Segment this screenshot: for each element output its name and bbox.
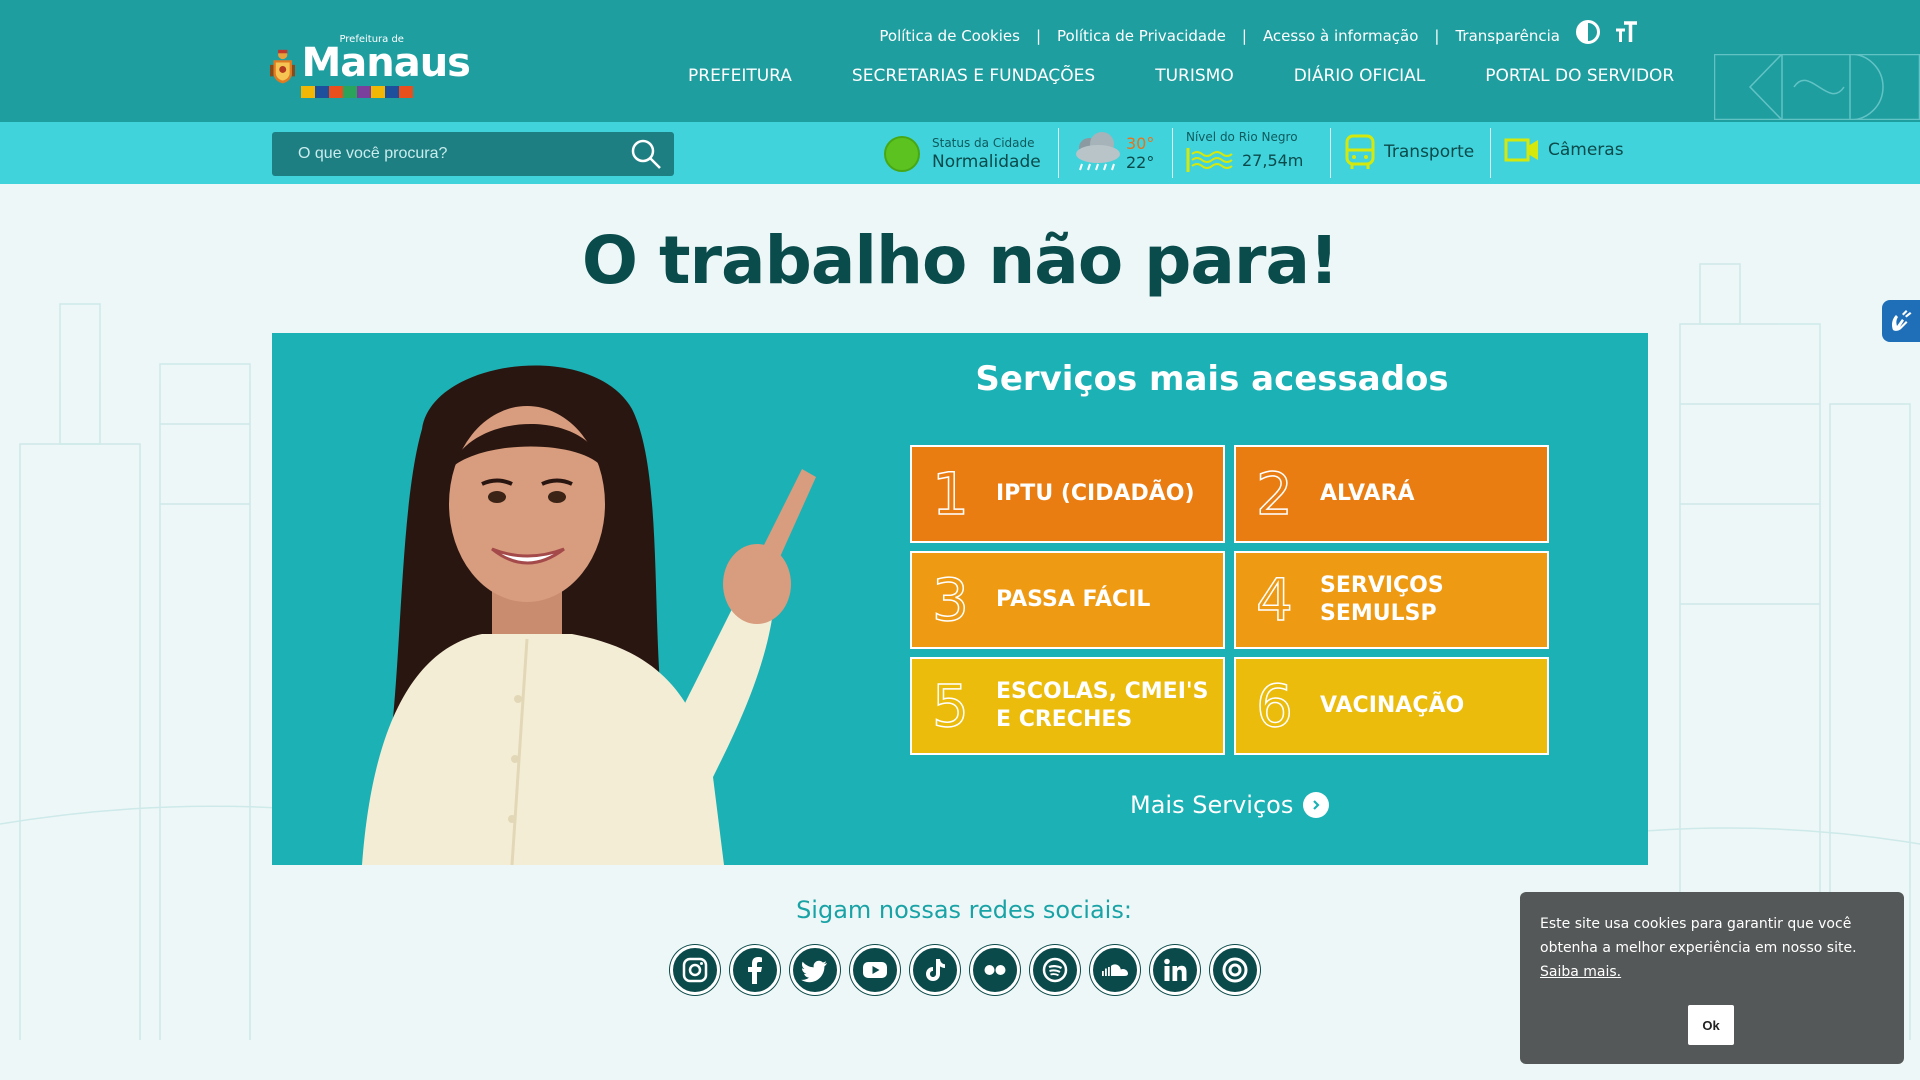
soundcloud-icon[interactable] xyxy=(1090,945,1140,995)
instagram-icon[interactable] xyxy=(670,945,720,995)
coat-of-arms-icon xyxy=(270,49,296,84)
privacy-policy-link[interactable]: Política de Privacidade xyxy=(1057,27,1226,45)
hands-icon xyxy=(1892,310,1912,331)
logo-name: Manaus xyxy=(301,40,471,86)
cameras-label: Câmeras xyxy=(1548,140,1624,160)
search-input[interactable] xyxy=(272,132,618,176)
main-navigation: PREFEITURA SECRETARIAS E FUNDAÇÕES TURIS… xyxy=(688,66,1674,90)
service-passa-facil[interactable]: 3 PASSA FÁCIL xyxy=(910,551,1225,649)
city-status-value: Normalidade xyxy=(932,152,1041,172)
river-level-label: Nível do Rio Negro xyxy=(1186,130,1298,144)
info-bar: Status da Cidade Normalidade 30° 22° Nív… xyxy=(0,122,1920,184)
cookie-ok-button[interactable]: Ok xyxy=(1688,1005,1734,1045)
search-box xyxy=(272,132,674,176)
facebook-icon[interactable] xyxy=(730,945,780,995)
temperature-min: 22° xyxy=(1126,153,1155,172)
water-level-icon xyxy=(1186,148,1233,172)
tiktok-icon[interactable] xyxy=(910,945,960,995)
utility-links: Política de Cookies | Política de Privac… xyxy=(879,24,1560,48)
contrast-icon[interactable] xyxy=(1576,20,1600,44)
service-number: 1 xyxy=(931,460,969,528)
river-level-value: 27,54m xyxy=(1242,150,1304,170)
weather-widget[interactable]: 30° 22° xyxy=(1072,130,1154,176)
radio-icon[interactable] xyxy=(1210,945,1260,995)
manaus-logo[interactable]: Prefeitura de Manaus xyxy=(270,30,471,102)
youtube-icon[interactable] xyxy=(850,945,900,995)
divider xyxy=(1490,128,1491,178)
more-services-label: Mais Serviços xyxy=(1130,791,1294,819)
service-number: 3 xyxy=(931,566,969,634)
cookie-policy-link[interactable]: Política de Cookies xyxy=(879,27,1020,45)
twitter-icon[interactable] xyxy=(790,945,840,995)
divider xyxy=(1172,128,1173,178)
woman-pointing-image xyxy=(362,365,816,865)
spotify-icon[interactable] xyxy=(1030,945,1080,995)
transparency-link[interactable]: Transparência xyxy=(1455,27,1560,45)
rain-cloud-icon xyxy=(1076,132,1120,171)
service-alvara[interactable]: 2 ALVARÁ xyxy=(1234,445,1549,543)
service-label: IPTU (CIDADÃO) xyxy=(996,481,1195,506)
site-header: Prefeitura de Manaus Política de Cookies… xyxy=(0,0,1920,122)
cookie-banner: Este site usa cookies para garantir que … xyxy=(1520,892,1904,1064)
nav-diario-oficial[interactable]: DIÁRIO OFICIAL xyxy=(1294,66,1426,90)
chevron-right-icon xyxy=(1303,792,1330,818)
service-label: ALVARÁ xyxy=(1320,481,1415,506)
nav-portal-servidor[interactable]: PORTAL DO SERVIDOR xyxy=(1485,66,1674,90)
services-panel: Serviços mais acessados 1 IPTU (CIDADÃO)… xyxy=(272,333,1648,865)
services-grid: 1 IPTU (CIDADÃO) 2 ALVARÁ 3 PASSA FÁCIL … xyxy=(910,445,1549,755)
learn-more-link[interactable]: Saiba mais. xyxy=(1540,964,1621,980)
divider xyxy=(1058,128,1059,178)
font-size-icon[interactable] xyxy=(1614,20,1638,44)
service-number: 5 xyxy=(931,672,969,740)
search-button[interactable] xyxy=(618,132,674,176)
access-information-link[interactable]: Acesso à informação xyxy=(1263,27,1418,45)
status-indicator-icon xyxy=(884,136,920,172)
service-number: 4 xyxy=(1255,566,1293,634)
sign-language-accessibility-button[interactable] xyxy=(1882,300,1920,342)
service-semulsp[interactable]: 4 SERVIÇOS SEMULSP xyxy=(1234,551,1549,649)
temperature-max: 30° xyxy=(1126,134,1155,153)
cookie-message: Este site usa cookies para garantir que … xyxy=(1540,916,1857,956)
camera-icon xyxy=(1504,138,1538,162)
transport-link[interactable]: Transporte xyxy=(1344,134,1474,170)
bus-icon xyxy=(1345,134,1375,169)
city-status-label: Status da Cidade xyxy=(932,136,1035,150)
nav-turismo[interactable]: TURISMO xyxy=(1155,66,1234,90)
page-title: O trabalho não para! xyxy=(581,222,1339,299)
service-label: SERVIÇOS SEMULSP xyxy=(1320,573,1444,626)
service-number: 2 xyxy=(1255,460,1293,528)
river-level-widget[interactable]: Nível do Rio Negro 27,54m xyxy=(1186,130,1303,172)
service-label: VACINAÇÃO xyxy=(1320,693,1465,718)
social-links xyxy=(670,945,1260,995)
more-services-link[interactable]: Mais Serviços xyxy=(1130,791,1330,819)
search-icon xyxy=(631,139,661,169)
accessibility-controls xyxy=(1576,20,1638,44)
service-number: 6 xyxy=(1255,672,1293,740)
flickr-icon[interactable] xyxy=(970,945,1020,995)
service-iptu[interactable]: 1 IPTU (CIDADÃO) xyxy=(910,445,1225,543)
service-label: ESCOLAS, CMEI'S E CRECHES xyxy=(996,679,1209,732)
separator: | xyxy=(1434,27,1440,45)
linkedin-icon[interactable] xyxy=(1150,945,1200,995)
service-vacinacao[interactable]: 6 VACINAÇÃO xyxy=(1234,657,1549,755)
service-escolas[interactable]: 5 ESCOLAS, CMEI'S E CRECHES xyxy=(910,657,1225,755)
cameras-link[interactable]: Câmeras xyxy=(1504,134,1624,166)
transport-label: Transporte xyxy=(1384,142,1475,162)
logo-color-strip xyxy=(301,86,470,98)
decorative-shape-icon xyxy=(1714,54,1920,120)
nav-prefeitura[interactable]: PREFEITURA xyxy=(688,66,792,90)
separator: | xyxy=(1241,27,1247,45)
nav-secretarias-fundacoes[interactable]: SECRETARIAS E FUNDAÇÕES xyxy=(852,66,1095,90)
services-title: Serviços mais acessados xyxy=(975,359,1449,399)
city-status[interactable]: Status da Cidade Normalidade xyxy=(884,134,1041,174)
separator: | xyxy=(1035,27,1041,45)
service-label: PASSA FÁCIL xyxy=(996,587,1151,612)
divider xyxy=(1330,128,1331,178)
